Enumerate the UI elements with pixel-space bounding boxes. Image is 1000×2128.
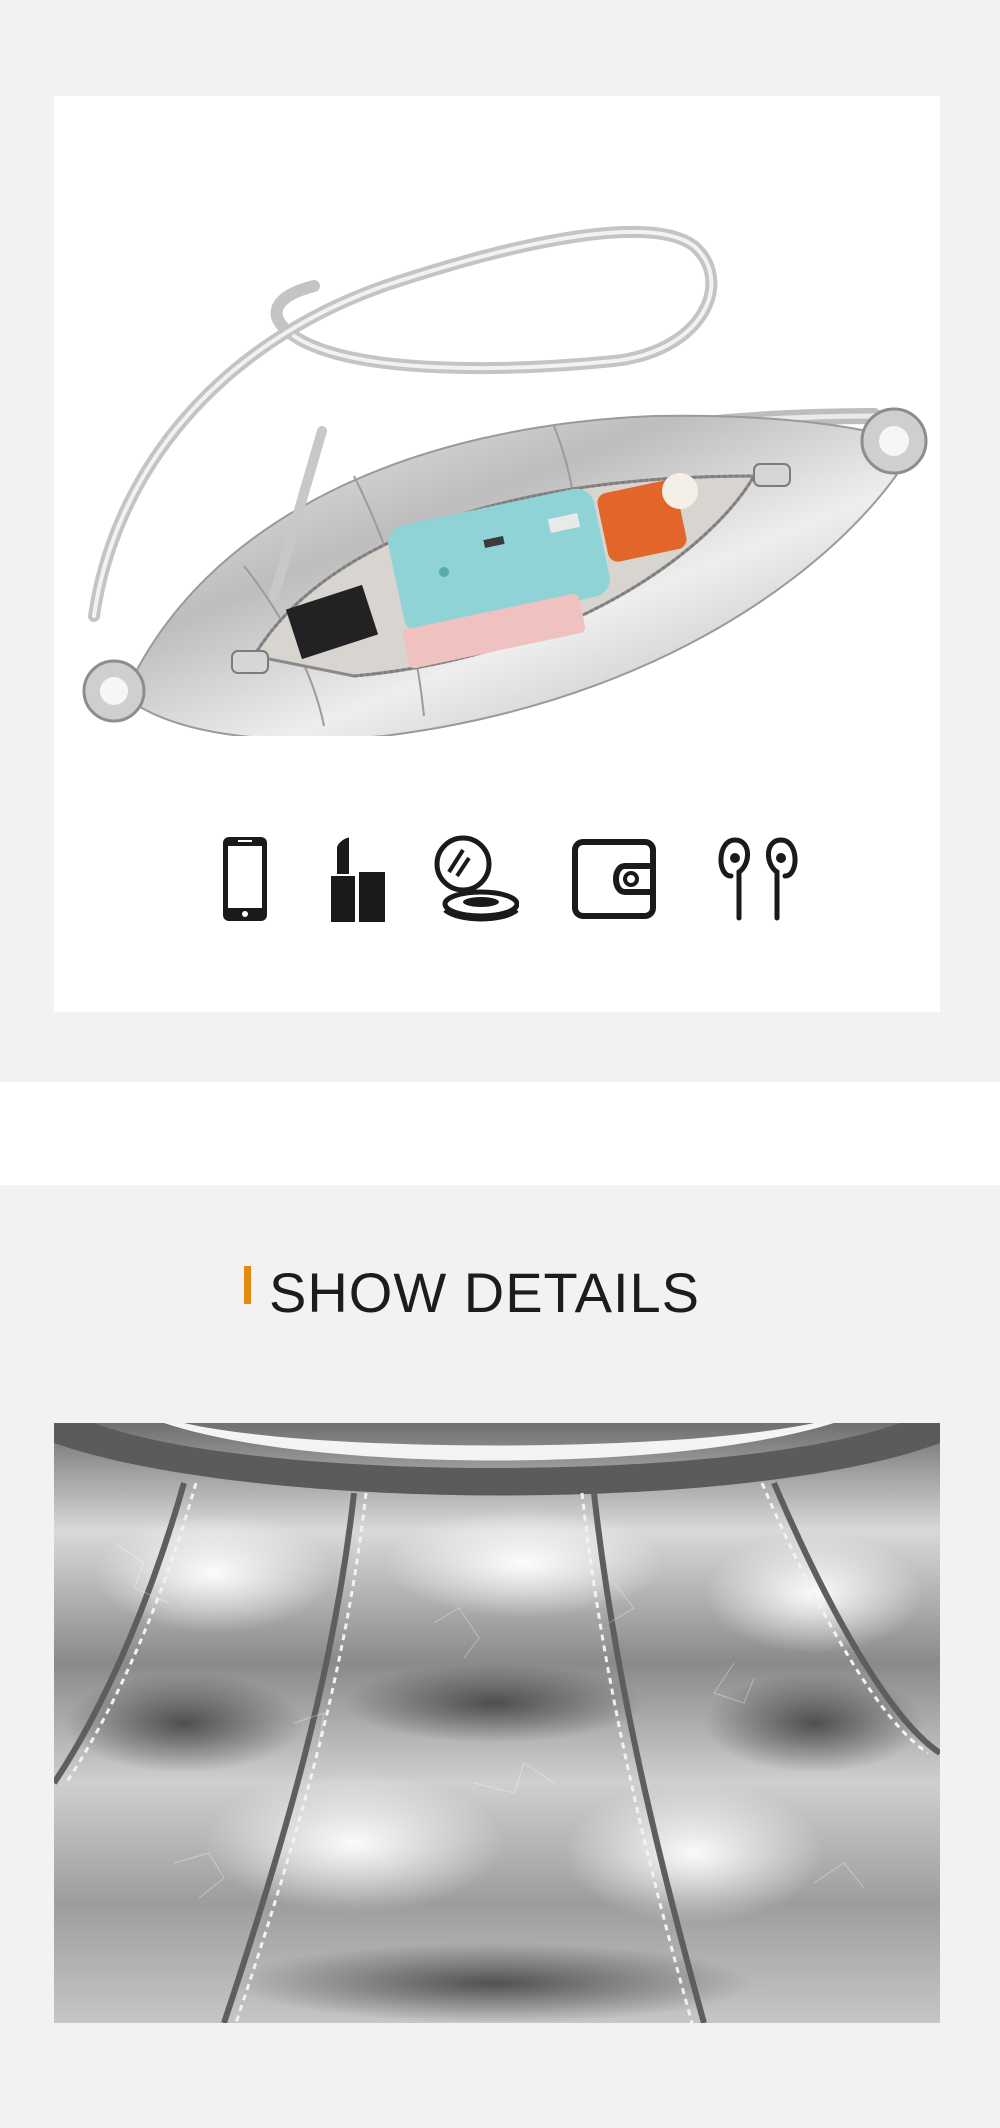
leather-closeup-photo	[54, 1423, 940, 2023]
bag-interior-photo	[82, 225, 928, 736]
bag-contents-icons	[54, 736, 940, 936]
heading-accent-bar	[244, 1266, 251, 1304]
section-gap	[0, 1082, 1000, 1185]
wallet-icon	[569, 834, 659, 924]
heading-text: SHOW DETAILS	[269, 1261, 701, 1324]
compact-mirror-icon	[429, 834, 519, 924]
lipstick-icon	[311, 834, 401, 924]
earphones-icon	[713, 834, 803, 924]
capacity-card	[54, 96, 940, 1012]
show-details-heading: SHOW DETAILS	[244, 1262, 700, 1324]
phone-icon	[198, 834, 288, 924]
